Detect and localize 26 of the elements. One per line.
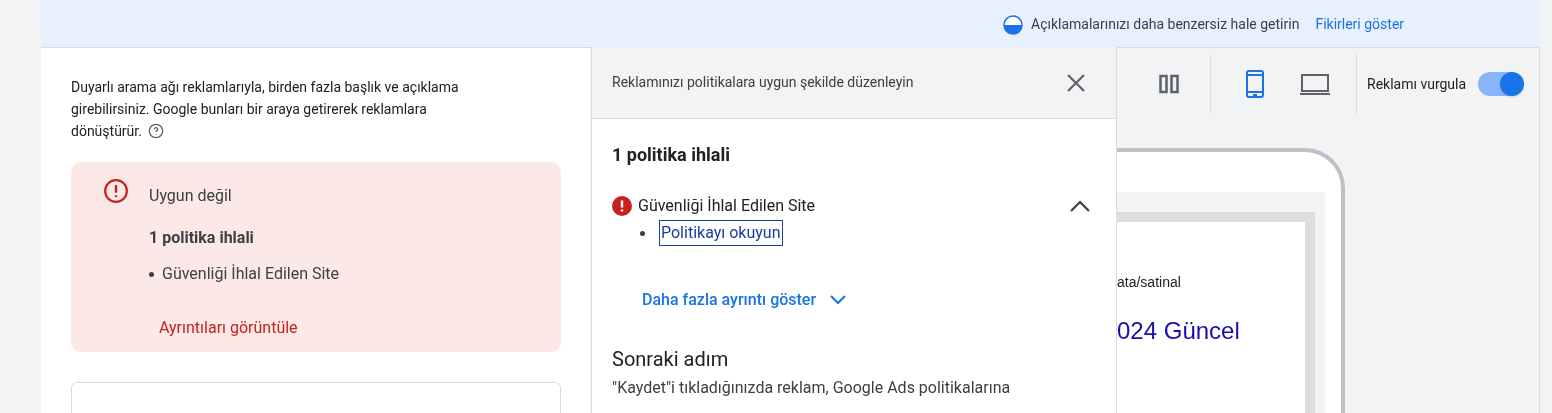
issue-title: Güvenliği İhlal Edilen Site xyxy=(638,195,816,217)
ad-headline: 024 Güncel xyxy=(1117,316,1241,346)
violation-item: Güvenliği İhlal Edilen Site xyxy=(162,263,340,285)
highlight-switch[interactable] xyxy=(1478,72,1523,96)
read-policy-link[interactable]: Politikayı okuyun xyxy=(659,220,783,246)
status-title: Uygun değil xyxy=(149,185,233,207)
tip-text: Açıklamalarınızı daha benzersiz hale getirin xyxy=(1031,15,1300,34)
ad-url: ata/satinal xyxy=(1117,273,1182,292)
chevron-down-icon xyxy=(830,295,847,305)
half-filled-circle-icon xyxy=(1003,15,1023,35)
split-view-button[interactable] xyxy=(1157,72,1181,96)
error-icon xyxy=(612,196,632,216)
view-details-link[interactable]: Ayrıntıları görüntüle xyxy=(159,316,340,340)
show-ideas-link[interactable]: Fikirleri göster xyxy=(1315,14,1405,35)
show-more-button[interactable]: Daha fazla ayrıntı göster xyxy=(642,288,847,312)
violation-count: 1 politika ihlali xyxy=(149,227,255,249)
help-icon[interactable] xyxy=(147,123,164,139)
panel-heading: 1 politika ihlali xyxy=(612,143,731,167)
next-step-text: "Kaydet"i tıkladığınızda reklam, Google Ads politikalarına xyxy=(612,377,1012,399)
bullet-icon xyxy=(149,271,154,277)
highlight-ad-label: Reklamı vurgula xyxy=(1367,74,1467,94)
next-step-heading: Sonraki adım xyxy=(612,346,730,373)
panel-title: Reklamınızı politikalara uygun şekilde düzenleyin xyxy=(612,73,914,92)
intro-paragraph: Duyarlı arama ağı reklamlarıyla, birden fazla başlık ve açıklama girebilirsiniz. Google bunları bir araya getirerek reklamlara dönüştürür. xyxy=(71,78,460,141)
error-icon xyxy=(103,178,129,204)
bullet-icon xyxy=(640,230,645,236)
